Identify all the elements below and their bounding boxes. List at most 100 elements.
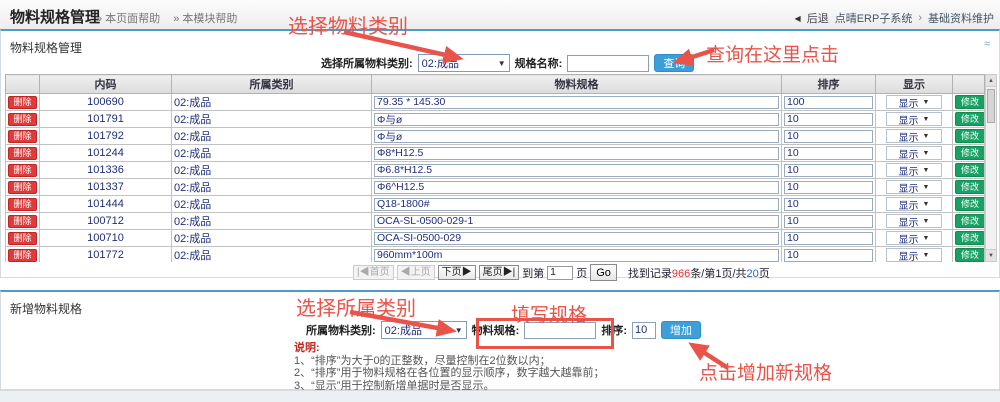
row-code: 100712 [40, 213, 172, 230]
chevron-down-icon: ▼ [455, 326, 463, 335]
row-category: 02:成品 [172, 230, 372, 247]
delete-button[interactable]: 删除 [8, 215, 37, 228]
help-links: » 本页面帮助 » 本模块帮助 [96, 10, 247, 26]
modify-button[interactable]: 修改 [955, 95, 985, 109]
modify-button[interactable]: 修改 [955, 129, 985, 143]
delete-button[interactable]: 删除 [8, 130, 37, 143]
add-sort-input[interactable] [632, 322, 656, 339]
record-count: 966 [672, 268, 690, 280]
modify-button[interactable]: 修改 [955, 180, 985, 194]
row-category: 02:成品 [172, 196, 372, 213]
spec-cell-input[interactable] [374, 232, 779, 245]
delete-button[interactable]: 删除 [8, 113, 37, 126]
scroll-up-icon[interactable]: ▲ [986, 75, 996, 87]
modify-button[interactable]: 修改 [955, 248, 985, 262]
spec-name-input[interactable] [567, 55, 649, 72]
display-select-value: 显示 [899, 248, 919, 263]
breadcrumb-section[interactable]: 基础资料维护 [928, 10, 994, 26]
page-number-input[interactable] [547, 266, 573, 280]
back-link[interactable]: 后退 [807, 10, 829, 26]
display-select-value: 显示 [899, 163, 919, 178]
sort-cell-input[interactable] [784, 164, 873, 177]
vertical-scrollbar[interactable]: ▲ ▼ [985, 74, 997, 262]
breadcrumb-system[interactable]: 点晴ERP子系统 [835, 10, 913, 26]
add-category-value: 02:成品 [385, 322, 422, 338]
display-select[interactable]: 显示 ▼ [886, 214, 942, 228]
spec-cell-input[interactable] [374, 198, 779, 211]
sort-cell-input[interactable] [784, 249, 873, 262]
spec-cell-input[interactable] [374, 181, 779, 194]
display-select[interactable]: 显示 ▼ [886, 95, 942, 109]
query-button[interactable]: 查询 [654, 54, 694, 72]
sort-cell-input[interactable] [784, 181, 873, 194]
sort-cell-input[interactable] [784, 147, 873, 160]
spec-cell-input[interactable] [374, 147, 779, 160]
category-filter-select[interactable]: 02:成品 ▼ [418, 54, 510, 72]
display-select-value: 显示 [899, 146, 919, 161]
spec-cell-input[interactable] [374, 249, 779, 262]
first-page-button[interactable]: |◀首页 [353, 265, 394, 280]
go-button[interactable]: Go [590, 264, 617, 281]
page-help-link[interactable]: » 本页面帮助 [96, 13, 160, 25]
add-category-select[interactable]: 02:成品 ▼ [381, 321, 467, 339]
header-action-blank [953, 75, 985, 94]
sort-cell-input[interactable] [784, 215, 873, 228]
delete-button[interactable]: 删除 [8, 164, 37, 177]
table-row: 删除 101244 02:成品 显示 ▼ 修改 [6, 145, 985, 162]
display-select[interactable]: 显示 ▼ [886, 248, 942, 262]
display-select[interactable]: 显示 ▼ [886, 129, 942, 143]
sort-cell-input[interactable] [784, 198, 873, 211]
modify-button[interactable]: 修改 [955, 163, 985, 177]
modify-button[interactable]: 修改 [955, 197, 985, 211]
display-select[interactable]: 显示 ▼ [886, 231, 942, 245]
row-category: 02:成品 [172, 179, 372, 196]
delete-button[interactable]: 删除 [8, 96, 37, 109]
sort-cell-input[interactable] [784, 113, 873, 126]
spec-cell-input[interactable] [374, 113, 779, 126]
sort-cell-input[interactable] [784, 130, 873, 143]
scroll-down-icon[interactable]: ▼ [986, 249, 996, 261]
header-category: 所属类别 [172, 75, 372, 94]
summary-prefix: 找到记录 [628, 268, 672, 280]
modify-button[interactable]: 修改 [955, 112, 985, 126]
chevron-down-icon: ▼ [923, 150, 930, 157]
spec-name-label: 规格名称: [515, 55, 563, 71]
display-select[interactable]: 显示 ▼ [886, 146, 942, 160]
last-page-button[interactable]: 尾页▶| [479, 265, 520, 280]
add-button[interactable]: 增加 [661, 321, 701, 339]
spec-cell-input[interactable] [374, 164, 779, 177]
collapse-icon[interactable]: ≈ [984, 38, 990, 50]
display-select[interactable]: 显示 ▼ [886, 180, 942, 194]
display-select[interactable]: 显示 ▼ [886, 112, 942, 126]
modify-button[interactable]: 修改 [955, 231, 985, 245]
annotation-query-hint: 查询在这里点击 [706, 40, 839, 67]
sort-cell-input[interactable] [784, 232, 873, 245]
modify-button[interactable]: 修改 [955, 214, 985, 228]
page-unit-label: 页 [576, 265, 587, 281]
delete-button[interactable]: 删除 [8, 198, 37, 211]
next-page-button[interactable]: 下页▶ [438, 265, 476, 280]
modify-button[interactable]: 修改 [955, 146, 985, 160]
spec-cell-input[interactable] [374, 130, 779, 143]
material-spec-table: 内码 所属类别 物料规格 排序 显示 删除 100690 02:成品 显示 ▼ … [5, 74, 985, 262]
chevron-down-icon: ▼ [923, 252, 930, 259]
header-spec: 物料规格 [372, 75, 782, 94]
prev-page-button[interactable]: ◀上页 [397, 265, 435, 280]
delete-button[interactable]: 删除 [8, 147, 37, 160]
note-line: 2、“排序”用于物料规格在各位置的显示顺序，数字越大越靠前； [294, 367, 604, 380]
spec-cell-input[interactable] [374, 215, 779, 228]
scrollbar-thumb[interactable] [987, 89, 995, 123]
module-help-link[interactable]: » 本模块帮助 [173, 13, 237, 25]
chevron-down-icon: ▼ [923, 184, 930, 191]
table-row: 删除 101792 02:成品 显示 ▼ 修改 [6, 128, 985, 145]
sort-cell-input[interactable] [784, 96, 873, 109]
display-select[interactable]: 显示 ▼ [886, 163, 942, 177]
category-filter-label: 选择所属物料类别: [321, 55, 413, 71]
delete-button[interactable]: 删除 [8, 181, 37, 194]
spec-cell-input[interactable] [374, 96, 779, 109]
delete-button[interactable]: 删除 [8, 232, 37, 245]
row-code: 100710 [40, 230, 172, 247]
delete-button[interactable]: 删除 [8, 249, 37, 262]
category-filter-value: 02:成品 [422, 55, 459, 71]
display-select[interactable]: 显示 ▼ [886, 197, 942, 211]
